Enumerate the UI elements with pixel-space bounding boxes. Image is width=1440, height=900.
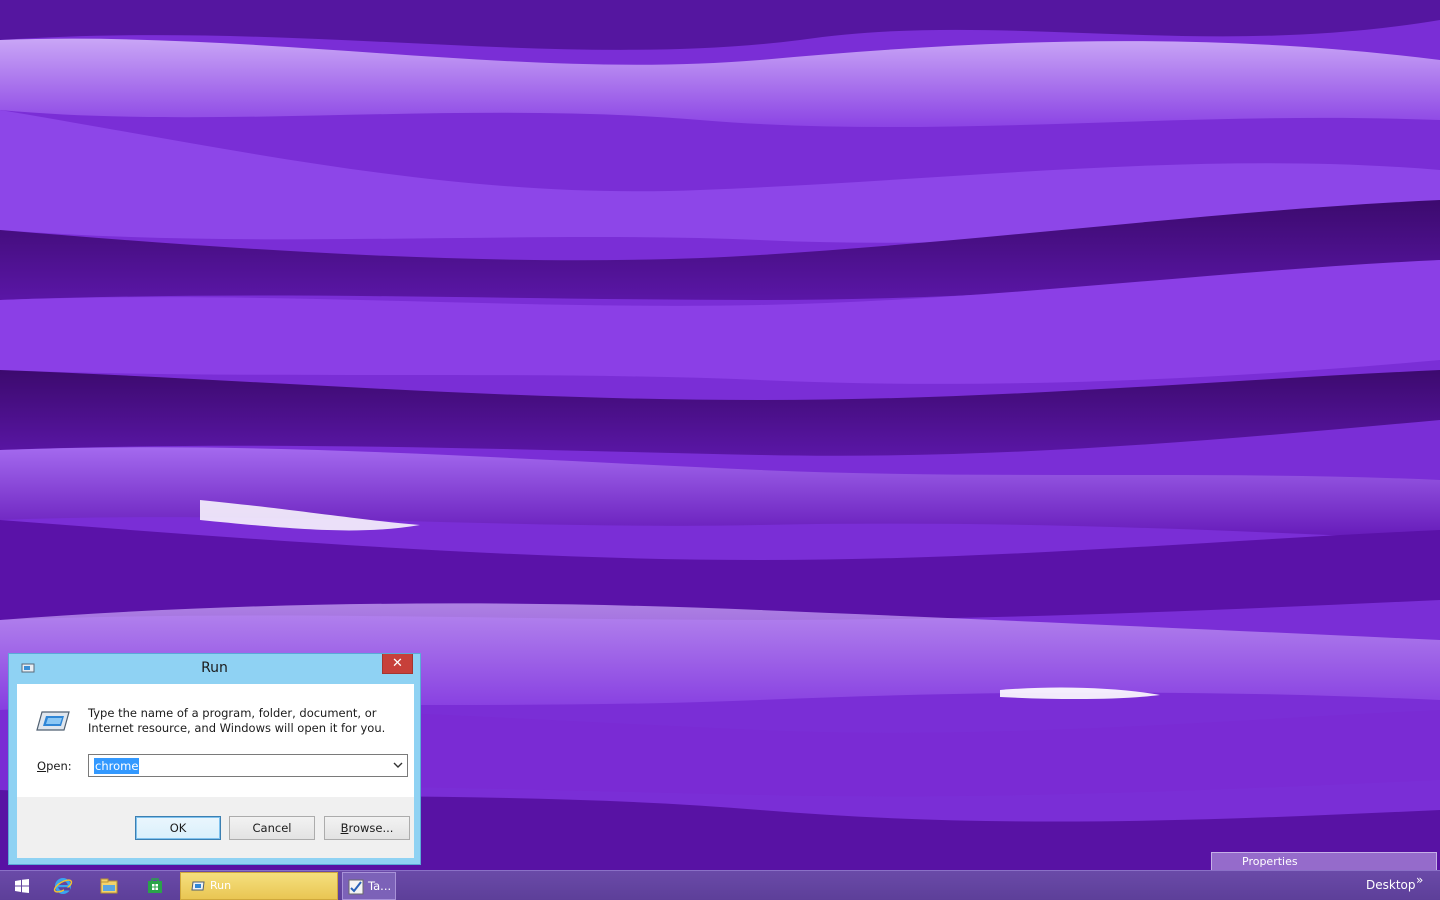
taskbar-item-label: Ta...	[368, 879, 392, 893]
internet-explorer-icon	[53, 878, 73, 894]
open-label-text: pen:	[46, 759, 72, 773]
chevron-right-icon[interactable]: »	[1416, 873, 1423, 887]
title-bar[interactable]: Run ✕	[9, 654, 420, 683]
properties-tooltip[interactable]: Properties	[1211, 852, 1437, 872]
taskbar-item-run[interactable]: Run	[180, 872, 338, 900]
store-button[interactable]	[137, 874, 173, 898]
ok-button[interactable]: OK	[135, 816, 221, 840]
dialog-body: Type the name of a program, folder, docu…	[17, 684, 414, 858]
dialog-content-area: Type the name of a program, folder, docu…	[17, 684, 414, 797]
open-combobox[interactable]: chrome	[88, 754, 408, 777]
open-label-mnemonic: O	[37, 759, 47, 773]
internet-explorer-button[interactable]	[45, 874, 81, 898]
open-label: Open:	[37, 759, 72, 773]
desktop-toolbar-label[interactable]: Desktop	[1366, 878, 1416, 892]
store-icon	[148, 878, 162, 893]
run-app-icon	[191, 881, 205, 891]
taskbar: Run Ta... Desktop »	[0, 870, 1440, 900]
start-button[interactable]	[4, 874, 40, 898]
close-button[interactable]: ✕	[382, 654, 413, 674]
task-manager-icon	[348, 879, 364, 895]
chevron-down-icon[interactable]	[392, 759, 404, 771]
browse-button[interactable]: Browse...	[324, 816, 410, 840]
close-icon: ✕	[392, 656, 403, 671]
taskbar-item-label: Run	[210, 879, 232, 892]
cancel-button[interactable]: Cancel	[229, 816, 315, 840]
file-explorer-button[interactable]	[91, 874, 127, 898]
run-dialog: Run ✕ Type the name of a program, folder…	[8, 653, 421, 865]
dialog-title: Run	[201, 660, 228, 676]
windows-logo-icon	[15, 879, 29, 893]
taskbar-item-task-manager[interactable]: Ta...	[342, 872, 396, 900]
run-app-icon	[36, 711, 70, 731]
browse-label: rowse...	[348, 821, 394, 835]
dialog-description: Type the name of a program, folder, docu…	[88, 706, 386, 735]
open-input-value[interactable]: chrome	[94, 758, 140, 774]
file-explorer-icon	[100, 878, 118, 894]
